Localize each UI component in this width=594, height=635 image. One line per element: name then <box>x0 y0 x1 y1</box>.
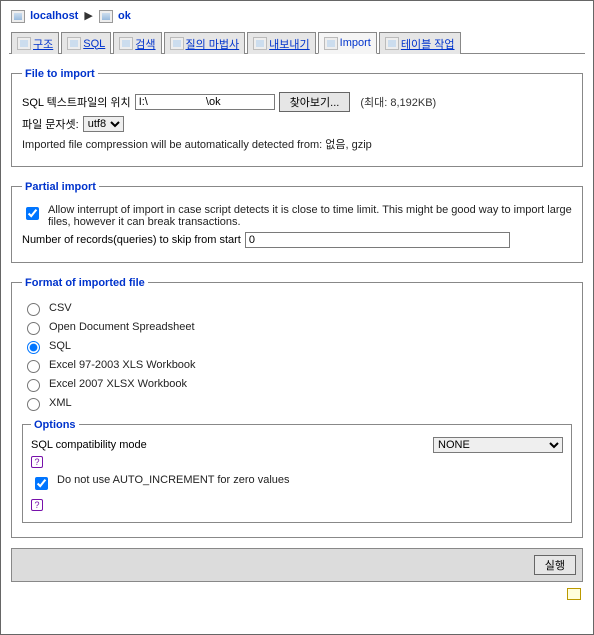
tab-label: SQL <box>83 38 105 50</box>
breadcrumb-db[interactable]: ok <box>118 10 131 22</box>
skip-label: Number of records(queries) to skip from … <box>22 234 241 246</box>
import-icon <box>324 37 338 50</box>
format-label: Excel 97-2003 XLS Workbook <box>49 359 196 371</box>
tab-label: Import <box>340 37 371 49</box>
operations-icon <box>385 37 399 50</box>
format-radio-xml[interactable] <box>27 398 40 411</box>
format-label: Open Document Spreadsheet <box>49 321 195 333</box>
charset-select[interactable]: utf8 <box>83 116 124 132</box>
format-radio-list: CSV Open Document Spreadsheet SQL Excel … <box>22 300 572 411</box>
compat-label: SQL compatibility mode <box>31 439 147 451</box>
chevron-right-icon: ▶ <box>84 10 92 22</box>
fieldset-format: Format of imported file CSV Open Documen… <box>11 277 583 538</box>
legend-partial-import: Partial import <box>22 181 99 193</box>
compat-select[interactable]: NONE <box>433 437 563 453</box>
charset-label: 파일 문자셋: <box>22 116 79 132</box>
structure-icon <box>17 37 31 50</box>
browse-button[interactable]: 찾아보기... <box>279 92 351 112</box>
allow-interrupt-checkbox[interactable] <box>26 207 39 220</box>
server-icon <box>11 10 25 23</box>
tab-sql[interactable]: SQL <box>61 32 111 54</box>
file-path-input[interactable] <box>135 94 275 110</box>
breadcrumb: localhost ▶ ok <box>9 6 585 31</box>
format-radio-ods[interactable] <box>27 322 40 335</box>
tab-operations[interactable]: 테이블 작업 <box>379 32 461 54</box>
format-radio-xls[interactable] <box>27 360 40 373</box>
fieldset-file-import: File to import SQL 텍스트파일의 위치 찾아보기... (최대… <box>11 68 583 167</box>
footer-bar: 실행 <box>11 548 583 582</box>
legend-format: Format of imported file <box>22 277 148 289</box>
tabbar: 구조 SQL 검색 질의 마법사 내보내기 Import 테이블 작업 <box>9 31 585 54</box>
max-size-text: (최대: 8,192KB) <box>360 94 436 110</box>
search-icon <box>119 37 133 50</box>
wizard-icon <box>170 37 184 50</box>
database-icon <box>99 10 113 23</box>
auto-increment-label: Do not use AUTO_INCREMENT for zero value… <box>57 474 290 486</box>
tab-export[interactable]: 내보내기 <box>247 32 315 54</box>
tab-label: 테이블 작업 <box>401 36 455 52</box>
format-radio-csv[interactable] <box>27 303 40 316</box>
format-label: Excel 2007 XLSX Workbook <box>49 378 187 390</box>
fieldset-options: Options SQL compatibility mode NONE ? Do… <box>22 419 572 523</box>
auto-increment-checkbox[interactable] <box>35 477 48 490</box>
format-label: XML <box>49 397 72 409</box>
export-icon <box>253 37 267 50</box>
format-label: CSV <box>49 302 72 314</box>
tab-structure[interactable]: 구조 <box>11 32 59 54</box>
window-icon[interactable] <box>567 588 581 600</box>
location-label: SQL 텍스트파일의 위치 <box>22 94 131 110</box>
tab-label: 검색 <box>135 36 155 52</box>
submit-button[interactable]: 실행 <box>534 555 576 575</box>
tab-label: 내보내기 <box>269 36 309 52</box>
format-label: SQL <box>49 340 71 352</box>
skip-input[interactable] <box>245 232 510 248</box>
allow-interrupt-label: Allow interrupt of import in case script… <box>48 204 572 228</box>
tab-label: 구조 <box>33 36 53 52</box>
fieldset-partial-import: Partial import Allow interrupt of import… <box>11 181 583 263</box>
help-icon[interactable]: ? <box>31 499 43 511</box>
legend-options: Options <box>31 419 79 431</box>
tab-search[interactable]: 검색 <box>113 32 161 54</box>
legend-file-import: File to import <box>22 68 98 80</box>
tab-label: 질의 마법사 <box>186 36 240 52</box>
compression-note: Imported file compression will be automa… <box>22 136 572 152</box>
tab-import[interactable]: Import <box>318 32 377 54</box>
breadcrumb-host[interactable]: localhost <box>30 10 78 22</box>
sql-icon <box>67 37 81 50</box>
format-radio-sql[interactable] <box>27 341 40 354</box>
tab-query-wizard[interactable]: 질의 마법사 <box>164 32 246 54</box>
help-icon[interactable]: ? <box>31 456 43 468</box>
format-radio-xlsx[interactable] <box>27 379 40 392</box>
